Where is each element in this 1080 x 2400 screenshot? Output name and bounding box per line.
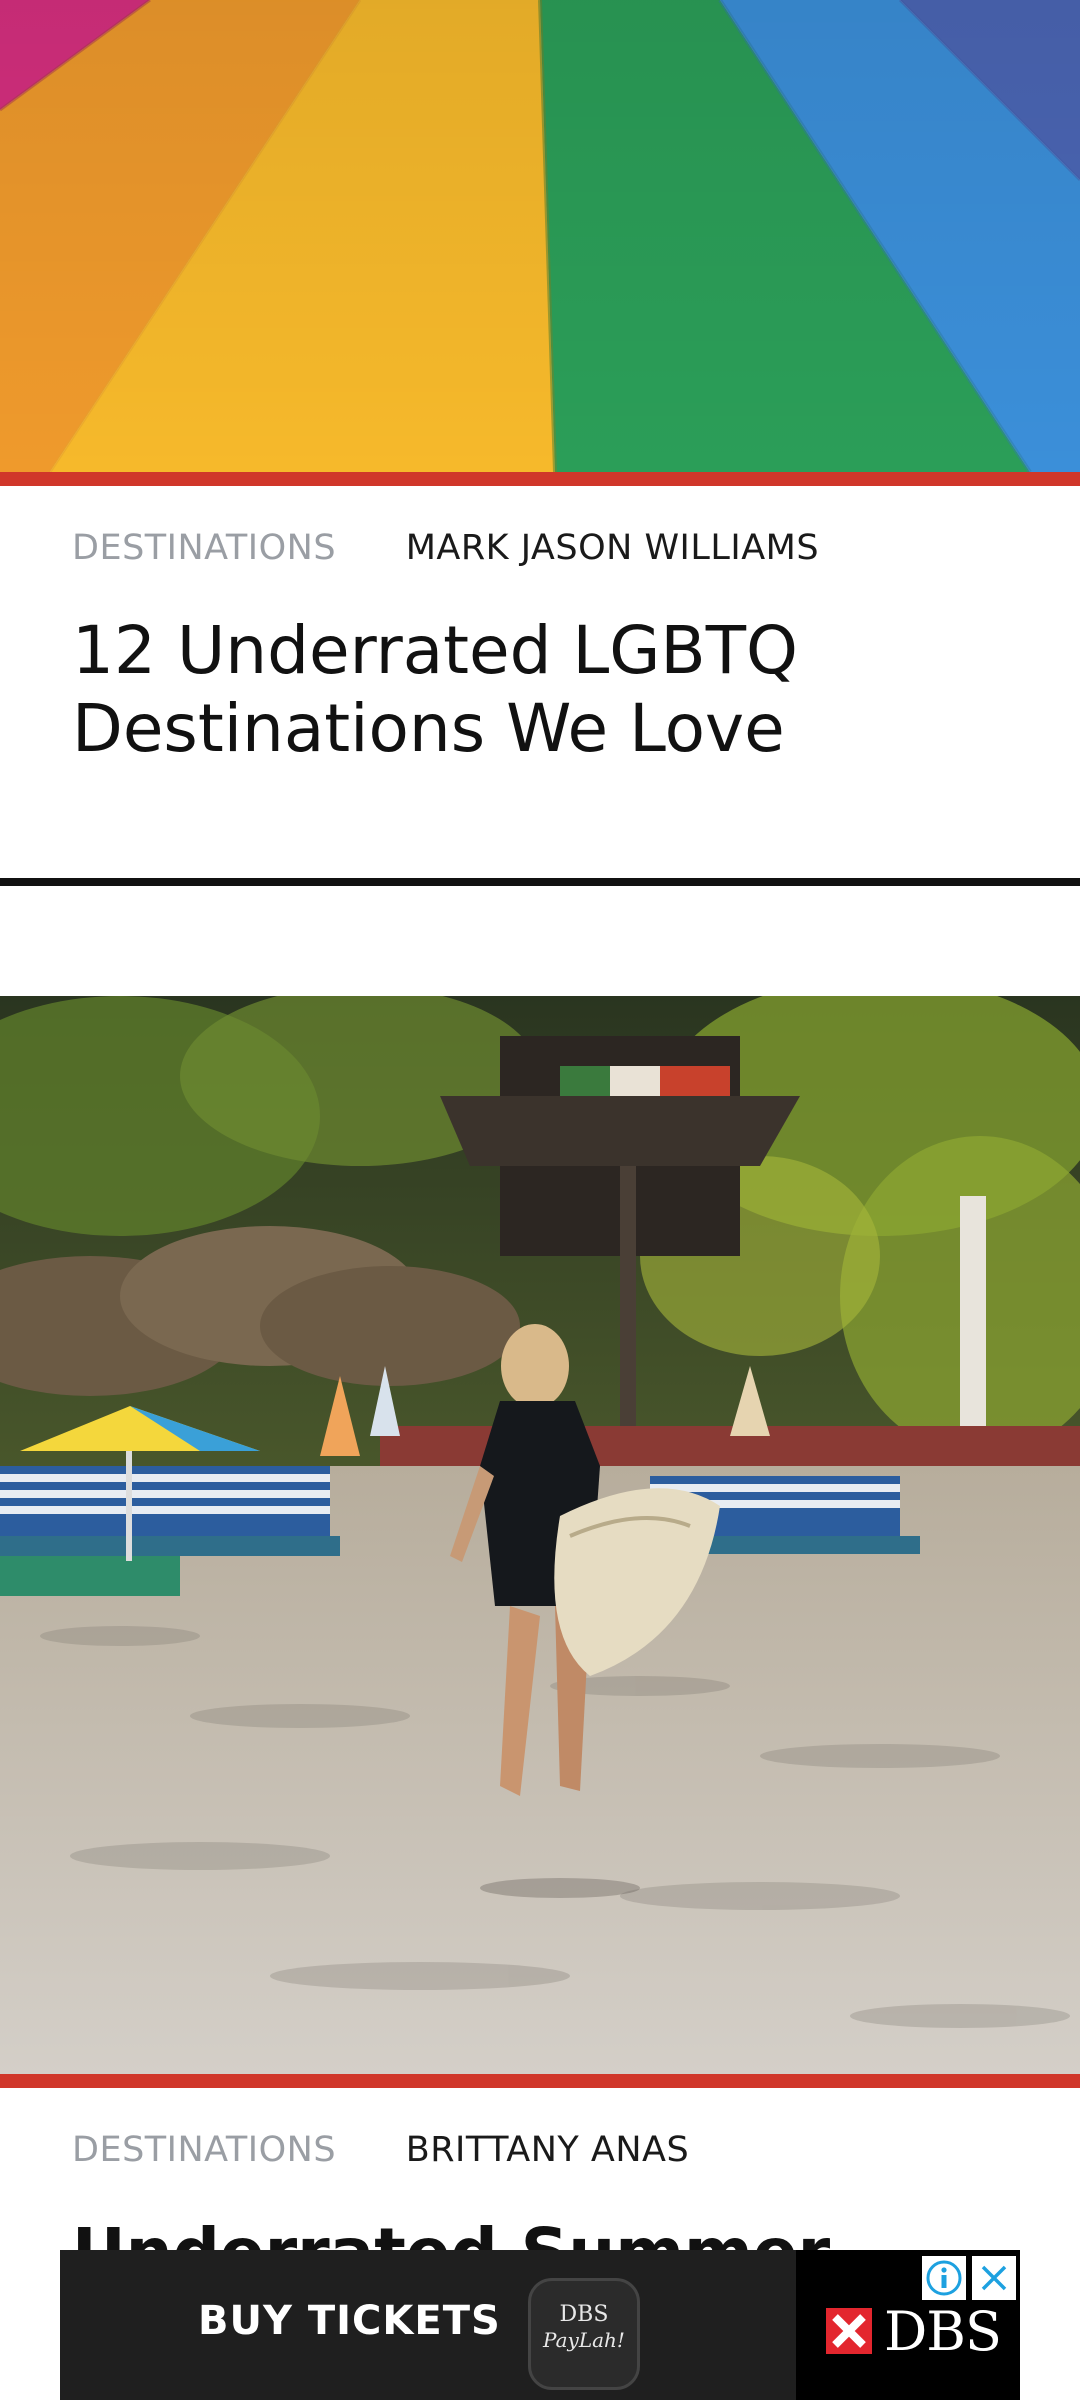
accent-bar bbox=[0, 472, 1080, 486]
info-icon[interactable] bbox=[922, 2256, 966, 2300]
author-name[interactable]: MARK JASON WILLIAMS bbox=[406, 528, 819, 568]
paylah-bottom-text: PayLah! bbox=[543, 2328, 625, 2352]
section-divider bbox=[0, 878, 1080, 886]
article-title-line: Destinations We Love bbox=[72, 690, 785, 767]
rainbow-road-image bbox=[0, 0, 1080, 472]
ad-banner[interactable]: BUY TICKETS DBS PayLah! DBS bbox=[60, 2250, 1020, 2400]
paylah-top-text: DBS bbox=[559, 2302, 609, 2327]
ad-cta-button[interactable]: BUY TICKETS bbox=[198, 2298, 501, 2344]
dbs-brand-text: DBS bbox=[884, 2300, 1002, 2363]
beach-surfer-image bbox=[0, 996, 1080, 2074]
article-image-rainbow-road[interactable] bbox=[0, 0, 1080, 472]
article-title-line: 12 Underrated LGBTQ bbox=[72, 612, 798, 689]
close-icon[interactable] bbox=[972, 2256, 1016, 2300]
author-name[interactable]: BRITTANY ANAS bbox=[406, 2130, 690, 2170]
page: DESTINATIONS MARK JASON WILLIAMS 12 Unde… bbox=[0, 0, 1080, 2400]
category-label[interactable]: DESTINATIONS bbox=[72, 528, 336, 568]
article-meta: DESTINATIONS MARK JASON WILLIAMS bbox=[72, 528, 819, 568]
article-image-beach[interactable] bbox=[0, 996, 1080, 2074]
article-title[interactable]: 12 Underrated LGBTQ Destinations We Love bbox=[72, 612, 1012, 768]
dbs-star-icon bbox=[826, 2308, 872, 2354]
article-meta: DESTINATIONS BRITTANY ANAS bbox=[72, 2130, 689, 2170]
paylah-app-icon: DBS PayLah! bbox=[528, 2278, 640, 2390]
category-label[interactable]: DESTINATIONS bbox=[72, 2130, 336, 2170]
accent-bar bbox=[0, 2074, 1080, 2088]
